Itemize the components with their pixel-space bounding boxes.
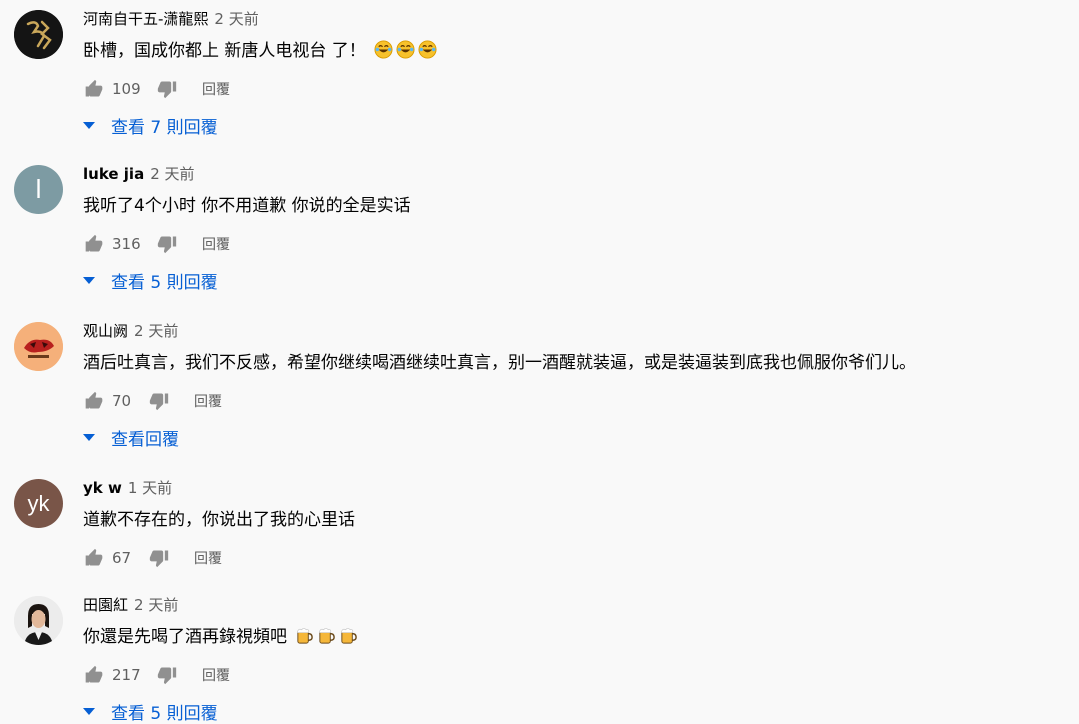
comment-actions: 67 回覆	[83, 546, 222, 570]
comment-header: luke jia 2 天前	[83, 163, 195, 184]
view-replies-label: 查看 5 則回覆	[111, 273, 218, 293]
comment-text: 你還是先喝了酒再錄視頻吧	[83, 622, 358, 647]
grinning-tears-emoji	[374, 40, 393, 59]
thumb-up-icon[interactable]	[83, 547, 105, 569]
view-replies-label: 查看 5 則回覆	[111, 704, 218, 724]
view-replies-label: 查看 7 則回覆	[111, 118, 218, 138]
beer-mug-emoji	[297, 628, 314, 644]
thumb-down-icon[interactable]	[156, 78, 178, 100]
author-name[interactable]: 观山阙	[83, 322, 128, 340]
caret-down-icon	[83, 433, 95, 441]
comment-list: 河南自干五-潇龍熙 2 天前 卧槽，国成你都上 新唐人电视台 了！ 109 回覆 …	[0, 0, 1079, 724]
thumb-up-icon[interactable]	[83, 233, 105, 255]
comment-time[interactable]: 2 天前	[134, 596, 178, 614]
thumb-down-icon[interactable]	[148, 547, 170, 569]
comment-text-body: 酒后吐真言，我们不反感，希望你继续喝酒继续吐真言，别一酒醒就装逼，或是装逼装到底…	[83, 353, 916, 373]
reply-button[interactable]: 回覆	[194, 391, 222, 411]
reply-button[interactable]: 回覆	[202, 79, 230, 99]
reply-button[interactable]: 回覆	[194, 548, 222, 568]
thumb-up-icon[interactable]	[83, 390, 105, 412]
avatar[interactable]: yk	[14, 479, 63, 528]
like-count: 109	[112, 80, 141, 98]
like-count: 316	[112, 235, 141, 253]
comment-actions: 109 回覆	[83, 77, 230, 101]
comment-actions: 70 回覆	[83, 389, 222, 413]
comment-actions: 316 回覆	[83, 232, 230, 256]
comment-text: 我听了4个小时 你不用道歉 你说的全是实话	[83, 191, 411, 216]
reply-button[interactable]: 回覆	[202, 665, 230, 685]
comment-text: 卧槽，国成你都上 新唐人电视台 了！	[83, 36, 437, 61]
comment-actions: 217 回覆	[83, 663, 230, 687]
beer-mug-emoji	[341, 628, 358, 644]
view-replies-button[interactable]: 查看 5 則回覆	[83, 268, 218, 293]
avatar-letter: yk	[27, 490, 50, 516]
grinning-tears-emoji	[396, 40, 415, 59]
comment-text-body: 我听了4个小时 你不用道歉 你说的全是实话	[83, 196, 411, 216]
author-name[interactable]: 田園紅	[83, 596, 128, 614]
caret-down-icon	[83, 121, 95, 129]
like-count: 217	[112, 666, 141, 684]
view-replies-button[interactable]: 查看回覆	[83, 425, 179, 450]
comment-text: 道歉不存在的，你说出了我的心里话	[83, 505, 355, 530]
view-replies-button[interactable]: 查看 7 則回覆	[83, 113, 218, 138]
thumb-down-icon[interactable]	[156, 664, 178, 686]
comment-time[interactable]: 2 天前	[150, 165, 194, 183]
avatar[interactable]	[14, 596, 63, 645]
thumb-down-icon[interactable]	[156, 233, 178, 255]
avatar[interactable]	[14, 322, 63, 371]
author-name[interactable]: luke jia	[83, 165, 144, 183]
beer-mug-emoji	[319, 628, 336, 644]
like-count: 67	[112, 549, 132, 567]
reply-button[interactable]: 回覆	[202, 234, 230, 254]
comment-time[interactable]: 2 天前	[214, 10, 258, 28]
thumb-down-icon[interactable]	[148, 390, 170, 412]
grinning-tears-emoji	[418, 40, 437, 59]
author-name[interactable]: yk w	[83, 479, 122, 497]
thumb-up-icon[interactable]	[83, 664, 105, 686]
avatar[interactable]: l	[14, 165, 63, 214]
comment-time[interactable]: 1 天前	[128, 479, 172, 497]
avatar[interactable]	[14, 10, 63, 59]
comment-text-body: 你還是先喝了酒再錄視頻吧	[83, 627, 287, 647]
caret-down-icon	[83, 276, 95, 284]
comment-header: 河南自干五-潇龍熙 2 天前	[83, 8, 259, 29]
thumb-up-icon[interactable]	[83, 78, 105, 100]
author-name[interactable]: 河南自干五-潇龍熙	[83, 10, 208, 28]
comment-header: 田園紅 2 天前	[83, 594, 178, 615]
avatar-letter: l	[35, 174, 42, 204]
comment-text-body: 道歉不存在的，你说出了我的心里话	[83, 510, 355, 530]
comment-time[interactable]: 2 天前	[134, 322, 178, 340]
view-replies-button[interactable]: 查看 5 則回覆	[83, 699, 218, 724]
comment-text-body: 卧槽，国成你都上 新唐人电视台 了！	[83, 41, 366, 61]
comment-header: yk w 1 天前	[83, 477, 172, 498]
comment-text: 酒后吐真言，我们不反感，希望你继续喝酒继续吐真言，别一酒醒就装逼，或是装逼装到底…	[83, 348, 916, 373]
caret-down-icon	[83, 707, 95, 715]
like-count: 70	[112, 392, 132, 410]
view-replies-label: 查看回覆	[111, 430, 179, 450]
comment-header: 观山阙 2 天前	[83, 320, 178, 341]
